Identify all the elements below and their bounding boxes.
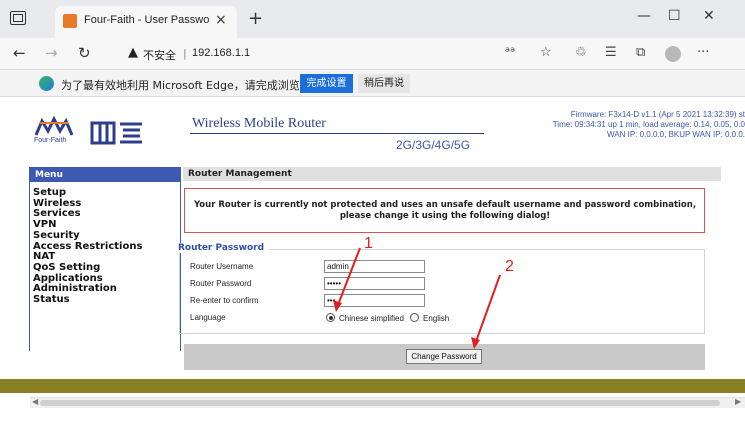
annotation-arrowhead-2 (471, 337, 480, 349)
annotation-arrowhead-1 (333, 300, 342, 312)
annotation-overlay: 1 2 (333, 235, 514, 349)
annotation-label-2: 2 (505, 258, 514, 275)
annotation-arrow-1 (335, 247, 361, 311)
annotation-label-1: 1 (364, 235, 373, 252)
annotation-arrow-2 (473, 274, 501, 348)
